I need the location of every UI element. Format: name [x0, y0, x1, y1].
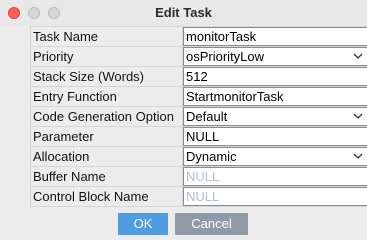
chevron-down-icon — [353, 113, 363, 119]
row-buffer-name: Buffer Name NULL — [31, 167, 367, 187]
allocation-select[interactable]: Dynamic — [183, 147, 367, 166]
chevron-down-icon — [353, 53, 363, 59]
row-allocation: Allocation Dynamic — [31, 147, 367, 167]
code-generation-option-label: Code Generation Option — [31, 107, 183, 126]
code-generation-option-select[interactable]: Default — [183, 107, 367, 126]
priority-select[interactable]: osPriorityLow — [183, 47, 367, 66]
row-entry-function: Entry Function StartmonitorTask — [31, 87, 367, 107]
row-priority: Priority osPriorityLow — [31, 47, 367, 67]
control-block-name-input[interactable]: NULL — [183, 187, 367, 206]
cancel-button[interactable]: Cancel — [175, 213, 248, 235]
chevron-down-icon — [353, 153, 363, 159]
entry-function-input[interactable]: StartmonitorTask — [183, 87, 367, 106]
ok-button[interactable]: OK — [118, 213, 168, 235]
dialog-title: Edit Task — [155, 5, 212, 20]
row-code-generation-option: Code Generation Option Default — [31, 107, 367, 127]
buffer-name-label: Buffer Name — [31, 167, 183, 186]
allocation-label: Allocation — [31, 147, 183, 166]
control-block-name-label: Control Block Name — [31, 187, 183, 206]
buffer-name-input[interactable]: NULL — [183, 167, 367, 186]
task-name-input[interactable]: monitorTask — [183, 27, 367, 46]
row-task-name: Task Name monitorTask — [31, 27, 367, 47]
title-bar: Edit Task — [0, 0, 367, 26]
priority-label: Priority — [31, 47, 183, 66]
entry-function-label: Entry Function — [31, 87, 183, 106]
stack-size-input[interactable]: 512 — [183, 67, 367, 86]
task-properties-form: Task Name monitorTask Priority osPriorit… — [30, 26, 367, 207]
task-name-label: Task Name — [31, 27, 183, 46]
row-parameter: Parameter NULL — [31, 127, 367, 147]
edit-task-dialog: Edit Task Task Name monitorTask Priority… — [0, 0, 367, 240]
row-stack-size: Stack Size (Words) 512 — [31, 67, 367, 87]
parameter-input[interactable]: NULL — [183, 127, 367, 146]
allocation-value: Dynamic — [186, 149, 237, 164]
stack-size-label: Stack Size (Words) — [31, 67, 183, 86]
priority-value: osPriorityLow — [186, 49, 265, 64]
code-generation-option-value: Default — [186, 109, 228, 124]
row-control-block-name: Control Block Name NULL — [31, 187, 367, 207]
parameter-label: Parameter — [31, 127, 183, 146]
